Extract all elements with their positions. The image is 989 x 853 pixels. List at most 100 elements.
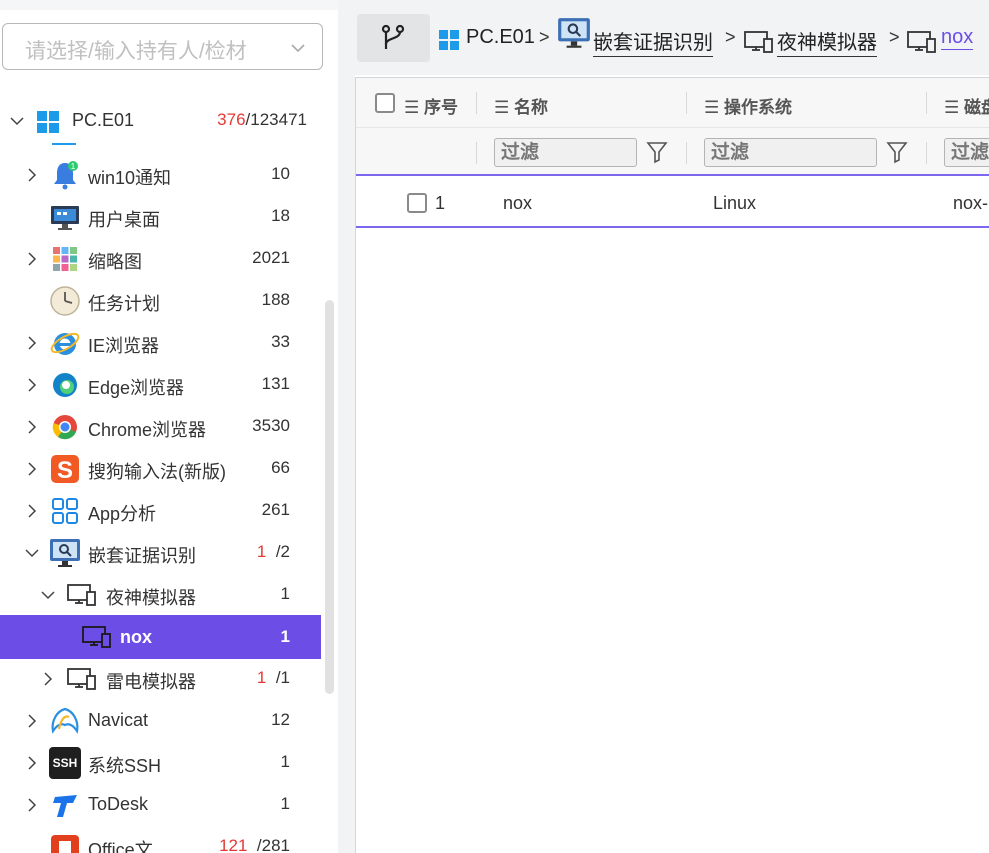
chevron-right-icon[interactable] (23, 754, 41, 772)
column-separator[interactable] (686, 92, 687, 114)
tree-item-sogou-ime[interactable]: S 搜狗输入法(新版) 66 (0, 448, 321, 490)
tree-item-label: 系统SSH (88, 756, 162, 776)
chevron-down-icon[interactable] (23, 544, 41, 562)
chevron-right-icon[interactable] (23, 502, 41, 520)
chevron-down-icon[interactable] (8, 112, 26, 130)
cell-os: Linux (713, 193, 757, 213)
clock-icon (50, 286, 80, 316)
chevron-right-icon[interactable] (23, 712, 41, 730)
tree-item-navicat[interactable]: Navicat 12 (0, 700, 321, 742)
tree-item-nox[interactable]: nox 1 (0, 615, 321, 659)
chevron-right-icon[interactable] (39, 670, 57, 688)
disk-filter-input[interactable]: 过滤 (944, 138, 989, 167)
tree-item-chrome-browser[interactable]: Chrome浏览器 3530 (0, 406, 321, 448)
device-icon (67, 668, 96, 690)
main-panel: PC.E01 > 嵌套证据识别 > 夜神模拟器 > nox ☰ 序号 ☰ 名称 ☰ 操… (355, 0, 989, 853)
chevron-right-icon[interactable] (23, 250, 41, 268)
column-separator[interactable] (476, 92, 477, 114)
breadcrumb-separator: > (539, 27, 550, 47)
tree-item-count: 10 (271, 164, 290, 183)
thumbnail-icon (53, 247, 77, 271)
edge-icon (53, 373, 77, 397)
column-menu-icon: ☰ (404, 98, 420, 117)
column-separator (926, 142, 927, 164)
pane-divider[interactable] (338, 0, 355, 853)
tree-item-count: 3530 (252, 416, 290, 435)
column-header-index[interactable]: ☰ 序号 (404, 93, 458, 118)
tree-item-count: 2021 (252, 248, 290, 267)
tree-item-ldplayer-emulator[interactable]: 雷电模拟器 1 /1 (0, 658, 321, 700)
select-all-checkbox[interactable] (375, 93, 395, 113)
tree-item-count: 66 (271, 458, 290, 477)
column-header-name[interactable]: ☰ 名称 (494, 93, 548, 118)
chevron-down-icon[interactable] (39, 586, 57, 604)
breadcrumb-pc-e01[interactable]: PC.E01 (466, 26, 535, 49)
ssh-icon: SSH (49, 747, 81, 779)
filter-icon[interactable] (646, 140, 668, 164)
tree-item-label: PC.E01 (72, 110, 135, 130)
breadcrumb-nox-emulator[interactable]: 夜神模拟器 (777, 26, 877, 57)
tree-item-ie-browser[interactable]: IE浏览器 33 (0, 322, 321, 364)
tree-item-label: Edge浏览器 (88, 378, 185, 398)
tree-item-count: 33 (271, 332, 290, 351)
tree-item-label: Office文… (88, 840, 171, 853)
column-separator (476, 142, 477, 164)
tree-item-nox-emulator[interactable]: 夜神模拟器 1 (0, 574, 321, 616)
tree-item-office-docs[interactable]: Office文… 121 /281 (0, 826, 321, 853)
tree-item-label: win10通知 (88, 168, 172, 188)
filter-icon[interactable] (886, 140, 908, 164)
tree-item-label: 任务计划 (88, 294, 160, 314)
sidebar-scrollbar[interactable] (325, 300, 334, 694)
branch-icon (381, 24, 405, 49)
name-filter-input[interactable]: 过滤 (494, 138, 637, 167)
chevron-down-icon[interactable] (288, 38, 308, 58)
os-filter-input[interactable]: 过滤 (704, 138, 877, 167)
monitor-search-icon (558, 18, 590, 48)
device-icon (82, 626, 111, 648)
tree-item-count: 376/123471 (217, 110, 307, 129)
tree-item-count: 1 (280, 752, 290, 771)
tree-item-count: 18 (271, 206, 290, 225)
windows-icon (37, 111, 59, 133)
tree-item-system-ssh[interactable]: SSH 系统SSH 1 (0, 742, 321, 784)
tree-item-count: 1 (280, 584, 290, 603)
tree-item-pc-e01[interactable]: PC.E01 376/123471 (0, 100, 321, 142)
tree-item-nested-evidence[interactable]: 嵌套证据识别 1 /2 (0, 532, 321, 574)
svg-text:S: S (57, 457, 73, 484)
chevron-right-icon[interactable] (23, 796, 41, 814)
windows-icon (439, 30, 459, 50)
column-header-disk[interactable]: ☰磁盘 (944, 93, 989, 118)
tree-item-task-schedule[interactable]: 任务计划 188 (0, 280, 321, 322)
data-table: ☰序号 ☰名称 ☰操作系统 ☰磁盘 过滤 过滤 过滤 1 nox Linux n… (355, 77, 989, 853)
evidence-tree-sidebar: 请选择/输入持有人/检材 PC.E01 376/123471 1 win10通知… (0, 0, 338, 853)
cell-index: 1 (435, 193, 446, 213)
tree-item-thumbnails[interactable]: 缩略图 2021 (0, 238, 321, 280)
tree-item-label: 缩略图 (88, 252, 142, 272)
tree-item-count: 1 (280, 627, 290, 646)
tree-item-edge-browser[interactable]: Edge浏览器 131 (0, 364, 321, 406)
tree-item-label: Chrome浏览器 (88, 420, 207, 440)
chevron-right-icon[interactable] (23, 376, 41, 394)
chevron-right-icon[interactable] (23, 334, 41, 352)
column-separator[interactable] (926, 92, 927, 114)
tree-item-app-analysis[interactable]: App分析 261 (0, 490, 321, 532)
tree-item-win10-notify[interactable]: 1 win10通知 10 (0, 154, 321, 196)
chevron-right-icon[interactable] (23, 166, 41, 184)
todesk-icon (53, 795, 77, 817)
branch-button[interactable] (357, 14, 430, 62)
device-icon (907, 31, 936, 53)
breadcrumb-nox[interactable]: nox (941, 26, 974, 50)
column-menu-icon: ☰ (704, 98, 720, 117)
tree-item-count: 1 /2 (256, 542, 290, 561)
table-row[interactable]: 1 nox Linux nox- (356, 178, 989, 228)
holder-search-select[interactable]: 请选择/输入持有人/检材 (2, 23, 323, 70)
cell-name: nox (503, 193, 533, 213)
row-checkbox[interactable] (407, 193, 427, 213)
breadcrumb-bar: PC.E01 > 嵌套证据识别 > 夜神模拟器 > nox (355, 0, 989, 75)
tree-item-user-desktop[interactable]: 用户桌面 18 (0, 196, 321, 238)
chevron-right-icon[interactable] (23, 460, 41, 478)
column-header-os[interactable]: ☰ 操作系统 (704, 93, 792, 118)
chevron-right-icon[interactable] (23, 418, 41, 436)
breadcrumb-nested-evidence[interactable]: 嵌套证据识别 (593, 26, 713, 57)
tree-item-todesk[interactable]: ToDesk 1 (0, 784, 321, 826)
